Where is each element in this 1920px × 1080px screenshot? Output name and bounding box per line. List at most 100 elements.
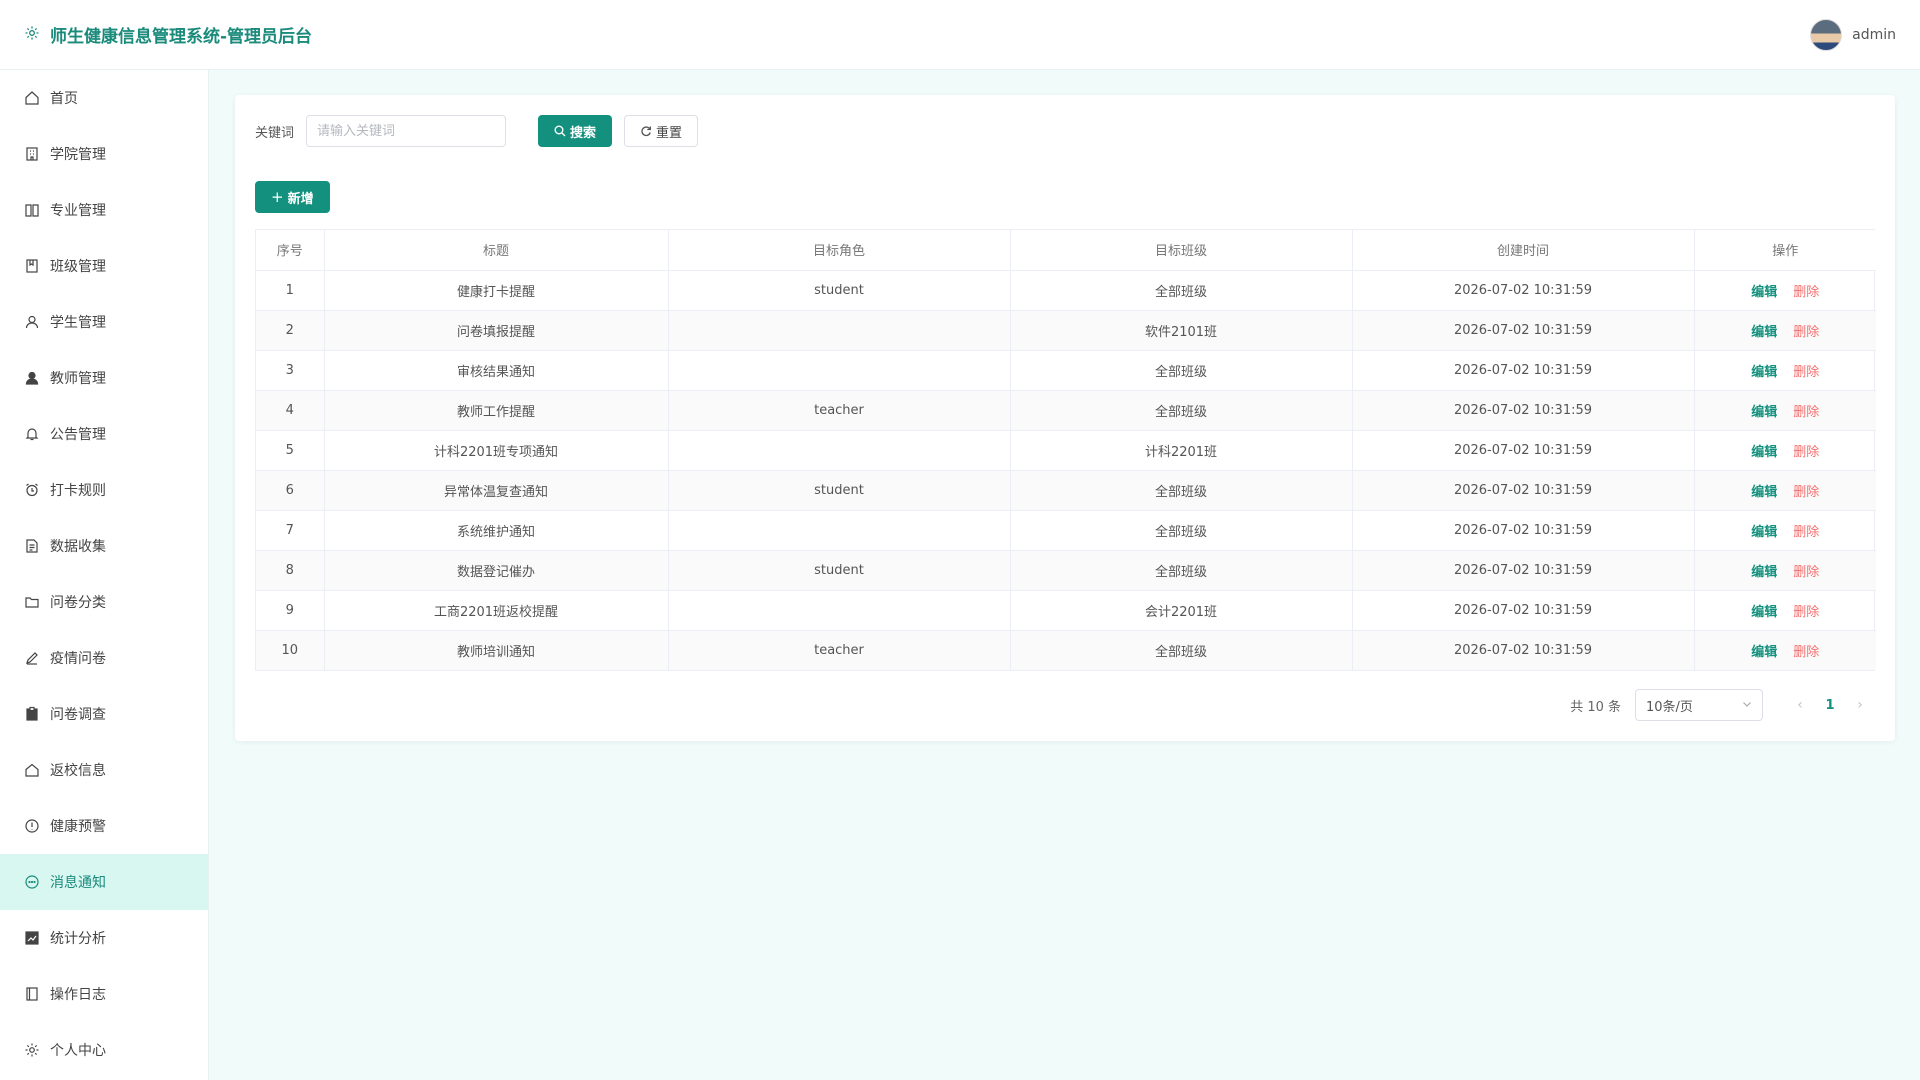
sidebar-item-label: 打卡规则 bbox=[50, 483, 106, 499]
sidebar: 首页 学院管理专业管理班级管理学生管理教师管理 公告管理打卡规则数据收集问卷分类 疫情… bbox=[0, 70, 209, 1080]
cell-time: 2026-07-02 10:31:59 bbox=[1352, 590, 1695, 631]
delete-button[interactable]: 删除 bbox=[1793, 485, 1819, 500]
delete-button[interactable]: 删除 bbox=[1793, 645, 1819, 660]
user-icon bbox=[25, 315, 39, 329]
edit-button[interactable]: 编辑 bbox=[1751, 285, 1777, 300]
sidebar-item[interactable]: 疫情问卷 bbox=[0, 630, 208, 686]
pagination: 共 10 条 10条/页 ‹ 1 › bbox=[1570, 689, 1875, 721]
sidebar-item[interactable]: 数据收集 bbox=[0, 518, 208, 574]
cell-index: 2 bbox=[256, 310, 325, 351]
edit-button[interactable]: 编辑 bbox=[1751, 445, 1777, 460]
column-header: 序号 bbox=[256, 230, 325, 271]
notebook-log-icon bbox=[26, 987, 38, 1001]
sidebar-item[interactable]: 消息通知 bbox=[0, 854, 208, 910]
reset-button-label: 重置 bbox=[656, 125, 683, 141]
sidebar-item[interactable]: 公告管理 bbox=[0, 406, 208, 462]
cell-role bbox=[668, 350, 1011, 391]
cell-time: 2026-07-02 10:31:59 bbox=[1352, 270, 1695, 311]
sidebar-item-label: 操作日志 bbox=[50, 987, 106, 1003]
table-row: 1 健康打卡提醒 student 全部班级 2026-07-02 10:31:59 编辑 删… bbox=[256, 270, 1876, 311]
sidebar-item[interactable]: 问卷分类 bbox=[0, 574, 208, 630]
page-number[interactable]: 1 bbox=[1815, 698, 1845, 713]
cell-class: 全部班级 bbox=[1010, 350, 1353, 391]
prev-page-icon[interactable]: ‹ bbox=[1785, 697, 1815, 713]
sidebar-item[interactable]: 专业管理 bbox=[0, 182, 208, 238]
cell-time: 2026-07-02 10:31:59 bbox=[1352, 310, 1695, 351]
cell-title: 教师培训通知 bbox=[324, 630, 669, 670]
add-button[interactable]: + 新增 bbox=[255, 181, 330, 213]
sidebar-item-label: 数据收集 bbox=[50, 539, 106, 555]
edit-button[interactable]: 编辑 bbox=[1751, 605, 1777, 620]
cell-actions: 编辑 删除 bbox=[1694, 630, 1876, 670]
edit-button[interactable]: 编辑 bbox=[1751, 365, 1777, 380]
cell-role: student bbox=[668, 550, 1011, 591]
delete-button[interactable]: 删除 bbox=[1793, 605, 1819, 620]
cell-class: 全部班级 bbox=[1010, 630, 1353, 670]
table-row: 8 数据登记催办 student 全部班级 2026-07-02 10:31:59 编辑 删… bbox=[256, 550, 1876, 591]
sidebar-item-label: 学生管理 bbox=[50, 315, 106, 331]
brand: 师生健康信息管理系统-管理员后台 bbox=[24, 22, 312, 47]
edit-button[interactable]: 编辑 bbox=[1751, 405, 1777, 420]
delete-button[interactable]: 删除 bbox=[1793, 405, 1819, 420]
table-row: 7 系统维护通知 全部班级 2026-07-02 10:31:59 编辑 删除 bbox=[256, 510, 1876, 551]
search-button[interactable]: 搜索 bbox=[538, 115, 613, 147]
chart-icon bbox=[25, 931, 39, 945]
sidebar-item[interactable]: 学生管理 bbox=[0, 294, 208, 350]
cell-class: 软件2101班 bbox=[1010, 310, 1353, 351]
delete-button[interactable]: 删除 bbox=[1793, 445, 1819, 460]
sidebar-item-label: 统计分析 bbox=[50, 931, 106, 947]
app-title: 师生健康信息管理系统-管理员后台 bbox=[50, 27, 313, 47]
edit-button[interactable]: 编辑 bbox=[1751, 525, 1777, 540]
alarm-clock-icon bbox=[26, 483, 38, 497]
cell-index: 10 bbox=[256, 630, 325, 670]
reset-button[interactable]: 重置 bbox=[624, 115, 699, 147]
user-menu[interactable]: admin bbox=[1810, 18, 1896, 51]
sidebar-item[interactable]: 个人中心 bbox=[0, 1022, 208, 1078]
sidebar-item[interactable]: 教师管理 bbox=[0, 350, 208, 406]
cell-role bbox=[668, 310, 1011, 351]
cell-actions: 编辑 删除 bbox=[1694, 590, 1876, 631]
delete-button[interactable]: 删除 bbox=[1793, 325, 1819, 340]
sidebar-item[interactable]: 学院管理 bbox=[0, 126, 208, 182]
sidebar-item[interactable]: 首页 bbox=[0, 70, 208, 126]
delete-button[interactable]: 删除 bbox=[1793, 525, 1819, 540]
sidebar-item[interactable]: 返校信息 bbox=[0, 742, 208, 798]
notification-table: 序号 标题 目标角色 目标班级 创建时间 操作 1 健康打卡提醒 student 全部… bbox=[255, 229, 1876, 671]
sidebar-item-label: 专业管理 bbox=[50, 203, 106, 219]
toolbar: + 新增 bbox=[255, 181, 330, 213]
cell-actions: 编辑 删除 bbox=[1694, 430, 1876, 471]
sidebar-item[interactable]: 打卡规则 bbox=[0, 462, 208, 518]
sidebar-item[interactable]: 问卷调查 bbox=[0, 686, 208, 742]
search-bar: 关键词 搜索 重置 bbox=[255, 115, 699, 147]
edit-button[interactable]: 编辑 bbox=[1751, 485, 1777, 500]
plus-icon: + bbox=[271, 188, 284, 206]
sidebar-item[interactable]: 班级管理 bbox=[0, 238, 208, 294]
table-row: 6 异常体温复查通知 student 全部班级 2026-07-02 10:31:59 编… bbox=[256, 470, 1876, 511]
sidebar-item-label: 返校信息 bbox=[50, 763, 106, 779]
book-icon bbox=[25, 204, 39, 217]
sidebar-item[interactable]: 操作日志 bbox=[0, 966, 208, 1022]
search-button-label: 搜索 bbox=[570, 125, 597, 141]
search-icon bbox=[554, 125, 566, 137]
sidebar-item[interactable]: 健康预警 bbox=[0, 798, 208, 854]
cell-title: 数据登记催办 bbox=[324, 550, 669, 591]
edit-button[interactable]: 编辑 bbox=[1751, 645, 1777, 660]
cell-role: teacher bbox=[668, 630, 1011, 670]
sidebar-item-label: 问卷调查 bbox=[50, 707, 106, 723]
next-page-icon[interactable]: › bbox=[1845, 697, 1875, 713]
delete-button[interactable]: 删除 bbox=[1793, 285, 1819, 300]
edit-button[interactable]: 编辑 bbox=[1751, 565, 1777, 580]
delete-button[interactable]: 删除 bbox=[1793, 365, 1819, 380]
sidebar-item[interactable]: 统计分析 bbox=[0, 910, 208, 966]
clipboard-icon bbox=[26, 706, 38, 721]
cell-time: 2026-07-02 10:31:59 bbox=[1352, 510, 1695, 551]
page-size-select[interactable]: 10条/页 bbox=[1635, 689, 1763, 721]
cell-class: 全部班级 bbox=[1010, 390, 1353, 431]
delete-button[interactable]: 删除 bbox=[1793, 565, 1819, 580]
edit-button[interactable]: 编辑 bbox=[1751, 325, 1777, 340]
cell-index: 4 bbox=[256, 390, 325, 431]
table-row: 9 工商2201班返校提醒 会计2201班 2026-07-02 10:31:59 编辑… bbox=[256, 590, 1876, 631]
avatar[interactable] bbox=[1810, 18, 1843, 51]
user-name[interactable]: admin bbox=[1852, 27, 1896, 43]
search-input[interactable] bbox=[306, 115, 507, 147]
